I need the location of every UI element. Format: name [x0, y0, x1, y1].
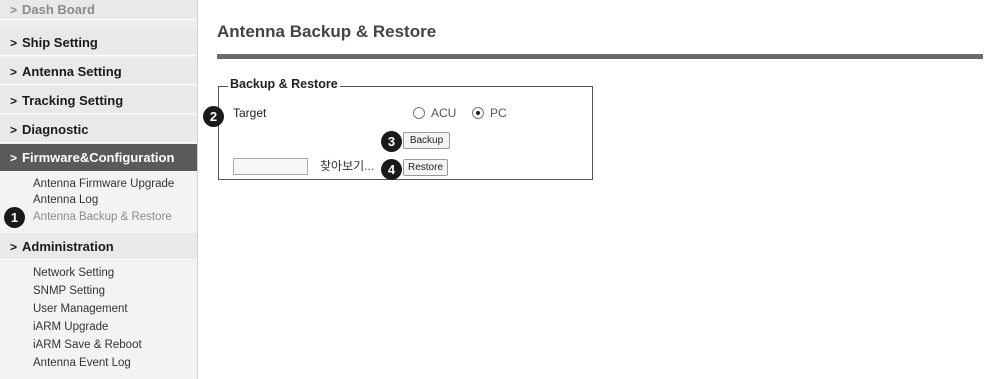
sidebar-item-iarm-save-reboot[interactable]: iARM Save & Reboot	[33, 338, 142, 352]
chevron-right-icon: >	[10, 240, 18, 254]
backup-button[interactable]: Backup	[403, 132, 450, 149]
radio-acu-label: ACU	[431, 106, 457, 120]
menu-diagnostic[interactable]: > Diagnostic	[0, 116, 197, 143]
file-path-input[interactable]	[233, 158, 308, 175]
menu-antenna-setting[interactable]: > Antenna Setting	[0, 58, 197, 85]
sidebar-item-antenna-log[interactable]: Antenna Log	[33, 193, 98, 207]
restore-button[interactable]: Restore	[403, 159, 448, 176]
chevron-right-icon: >	[10, 36, 18, 50]
callout-badge-1: 1	[4, 207, 25, 228]
menu-tracking-setting[interactable]: > Tracking Setting	[0, 87, 197, 114]
chevron-right-icon: >	[10, 65, 18, 79]
sidebar-item-user-management[interactable]: User Management	[33, 302, 128, 316]
callout-badge-4: 4	[381, 159, 402, 180]
menu-dash-board[interactable]: > Dash Board	[0, 0, 197, 20]
menu-ship-setting[interactable]: > Ship Setting	[0, 29, 197, 56]
sidebar-item-antenna-event-log[interactable]: Antenna Event Log	[33, 356, 131, 370]
sidebar-item-antenna-firmware-upgrade[interactable]: Antenna Firmware Upgrade	[33, 177, 174, 191]
target-label: Target	[233, 106, 267, 120]
chevron-right-icon: >	[10, 3, 18, 17]
chevron-right-icon: >	[10, 151, 18, 165]
chevron-right-icon: >	[10, 123, 18, 137]
callout-badge-3: 3	[381, 131, 402, 152]
sidebar-item-network-setting[interactable]: Network Setting	[33, 266, 114, 280]
sidebar-item-iarm-upgrade[interactable]: iARM Upgrade	[33, 320, 108, 334]
radio-pc[interactable]	[472, 107, 484, 119]
menu-administration[interactable]: > Administration	[0, 233, 197, 260]
fieldset-legend: Backup & Restore	[228, 77, 340, 91]
sidebar-item-snmp-setting[interactable]: SNMP Setting	[33, 284, 105, 298]
page-title: Antenna Backup & Restore	[217, 22, 437, 41]
sidebar-item-antenna-backup-restore[interactable]: Antenna Backup & Restore	[33, 210, 172, 224]
radio-acu[interactable]	[413, 107, 425, 119]
sidebar: > Dash Board > Ship Setting > Antenna Setti…	[0, 0, 198, 379]
callout-badge-2: 2	[203, 106, 224, 127]
chevron-right-icon: >	[10, 94, 18, 108]
browse-button[interactable]: 찾아보기...	[320, 158, 374, 175]
menu-firmware-configuration[interactable]: > Firmware&Configuration	[0, 144, 197, 172]
title-divider	[217, 54, 983, 59]
radio-pc-label: PC	[490, 106, 507, 120]
